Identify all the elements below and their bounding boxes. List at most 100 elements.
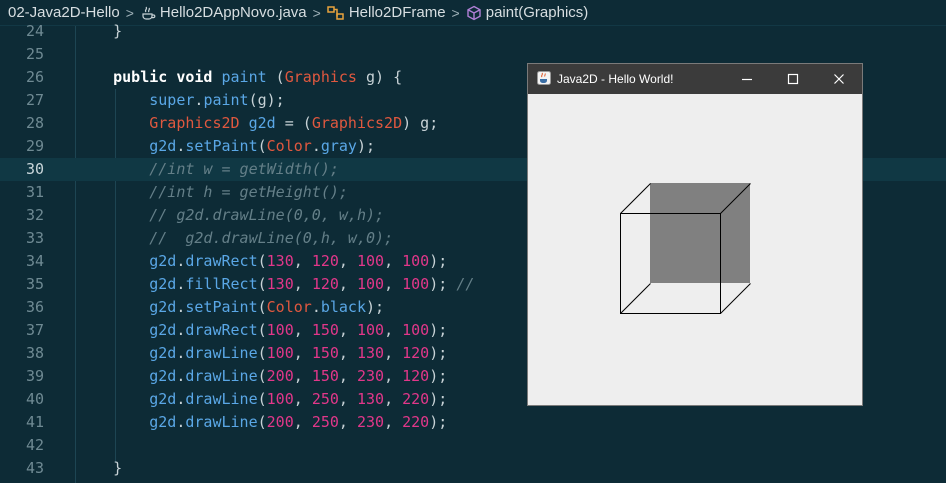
window-titlebar[interactable]: Java2D - Hello World! bbox=[528, 64, 862, 94]
code-token: drawRect bbox=[185, 252, 258, 270]
code-line[interactable]: 41 g2d.drawLine(200, 250, 230, 220); bbox=[0, 411, 946, 434]
code-line[interactable]: 24 } bbox=[0, 20, 946, 43]
code-token: Color bbox=[266, 298, 312, 316]
code-token: ); bbox=[429, 344, 448, 362]
code-token: , bbox=[338, 275, 357, 293]
maximize-button[interactable] bbox=[770, 64, 816, 94]
code-token: , bbox=[338, 367, 357, 385]
code-token: g2d bbox=[149, 344, 177, 362]
line-number: 42 bbox=[25, 436, 44, 454]
line-number: 31 bbox=[25, 183, 44, 201]
breadcrumb-project-label: 02-Java2D-Hello bbox=[8, 4, 120, 21]
code-token: , bbox=[293, 344, 312, 362]
breadcrumb-separator: > bbox=[312, 4, 321, 21]
code-token: 100 bbox=[402, 275, 430, 293]
code-text: g2d.drawLine(100, 150, 130, 120); bbox=[77, 342, 447, 365]
code-token: , bbox=[384, 413, 403, 431]
code-text: g2d.setPaint(Color.black); bbox=[77, 296, 384, 319]
code-token: 120 bbox=[402, 344, 430, 362]
java-window[interactable]: Java2D - Hello World! bbox=[527, 63, 863, 406]
code-text: g2d.setPaint(Color.gray); bbox=[77, 135, 375, 158]
code-token: 220 bbox=[402, 413, 430, 431]
code-text: g2d.drawRect(100, 150, 100, 100); bbox=[77, 319, 447, 342]
breadcrumb-file-label: Hello2DAppNovo.java bbox=[159, 4, 307, 21]
code-token: 100 bbox=[402, 321, 430, 339]
class-icon bbox=[327, 5, 345, 21]
code-token: void bbox=[176, 68, 213, 86]
code-token: 130 bbox=[266, 275, 294, 293]
code-text: Graphics2D g2d = (Graphics2D) g; bbox=[77, 112, 438, 135]
code-token: , bbox=[384, 252, 403, 270]
code-token: gray bbox=[320, 137, 357, 155]
code-token: 100 bbox=[356, 252, 385, 270]
breadcrumb-file[interactable]: Hello2DAppNovo.java bbox=[140, 4, 307, 21]
code-token: 120 bbox=[402, 367, 430, 385]
code-token: 100 bbox=[266, 321, 294, 339]
line-number: 36 bbox=[25, 298, 44, 316]
code-text: public void paint (Graphics g) { bbox=[77, 66, 402, 89]
code-text: super.paint(g); bbox=[77, 89, 284, 112]
code-line[interactable]: 42 bbox=[0, 434, 946, 457]
code-token: , bbox=[338, 252, 357, 270]
code-token: 130 bbox=[356, 390, 385, 408]
code-token: public bbox=[113, 68, 168, 86]
line-number: 30 bbox=[25, 160, 44, 178]
back-face-fill bbox=[650, 183, 750, 283]
code-token: 150 bbox=[311, 321, 339, 339]
code-token: fillRect bbox=[185, 275, 258, 293]
code-token: 100 bbox=[402, 252, 430, 270]
code-line[interactable]: 43 } bbox=[0, 457, 946, 480]
code-token: ( bbox=[266, 68, 285, 86]
code-token: g2d bbox=[149, 275, 177, 293]
code-token: 230 bbox=[356, 367, 385, 385]
code-token: , bbox=[293, 321, 312, 339]
breadcrumb-class[interactable]: Hello2DFrame bbox=[327, 4, 446, 21]
code-token: } bbox=[77, 22, 123, 40]
code-token: , bbox=[338, 390, 357, 408]
code-token: ( bbox=[257, 413, 267, 431]
code-text: g2d.drawLine(100, 250, 130, 220); bbox=[77, 388, 447, 411]
breadcrumb-method[interactable]: paint(Graphics) bbox=[466, 4, 588, 21]
code-token: ( bbox=[257, 298, 267, 316]
code-token: ); bbox=[429, 367, 448, 385]
line-number: 32 bbox=[25, 206, 44, 224]
close-button[interactable] bbox=[816, 64, 862, 94]
cube-edge bbox=[720, 283, 751, 314]
method-cube-icon bbox=[466, 5, 482, 21]
line-number: 39 bbox=[25, 367, 44, 385]
breadcrumb-class-label: Hello2DFrame bbox=[348, 4, 446, 21]
line-number: 37 bbox=[25, 321, 44, 339]
code-token: ); bbox=[429, 321, 448, 339]
code-token: Graphics bbox=[284, 68, 357, 86]
line-number: 34 bbox=[25, 252, 44, 270]
code-token: g2d bbox=[149, 298, 177, 316]
code-text: } bbox=[77, 20, 122, 43]
code-token: 200 bbox=[266, 413, 294, 431]
code-token: paint bbox=[203, 91, 249, 109]
code-token: g2d bbox=[248, 114, 276, 132]
code-token: // g2d.drawLine(0,h, w,0); bbox=[149, 229, 394, 247]
line-number: 38 bbox=[25, 344, 44, 362]
code-token: 130 bbox=[266, 252, 294, 270]
code-text: g2d.fillRect(130, 120, 100, 100); // bbox=[77, 273, 474, 296]
code-token: setPaint bbox=[185, 298, 258, 316]
breadcrumb-project[interactable]: 02-Java2D-Hello bbox=[8, 4, 120, 21]
code-token: g2d bbox=[149, 413, 177, 431]
line-number: 40 bbox=[25, 390, 44, 408]
code-token: , bbox=[384, 321, 403, 339]
code-token: , bbox=[384, 275, 403, 293]
line-number: 29 bbox=[25, 137, 44, 155]
code-text: g2d.drawLine(200, 250, 230, 220); bbox=[77, 411, 447, 434]
code-text: g2d.drawLine(200, 150, 230, 120); bbox=[77, 365, 447, 388]
close-icon bbox=[834, 74, 844, 84]
code-token: ); bbox=[356, 137, 376, 155]
code-token: ( bbox=[257, 344, 267, 362]
code-token: // g2d.drawLine(0,0, w,h); bbox=[149, 206, 385, 224]
minimize-button[interactable] bbox=[724, 64, 770, 94]
breadcrumb-separator: > bbox=[451, 4, 460, 21]
code-token: , bbox=[293, 252, 312, 270]
